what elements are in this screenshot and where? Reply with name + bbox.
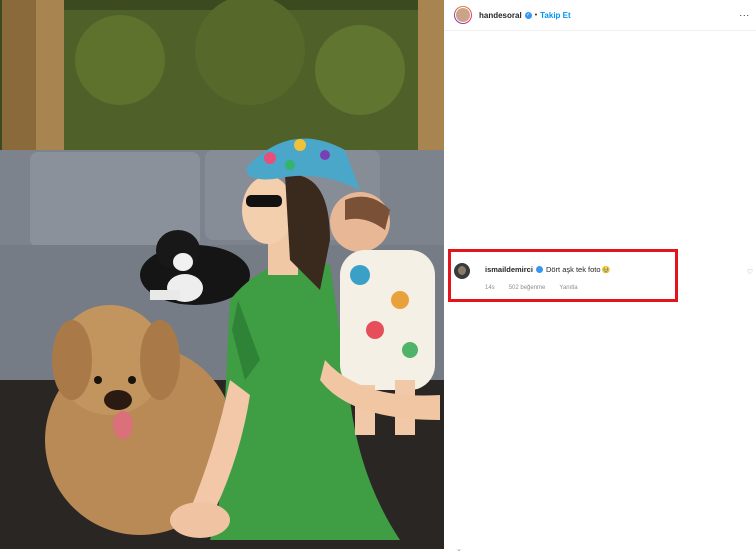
verified-badge-icon: ✓	[524, 11, 532, 19]
follow-button[interactable]: Takip Et	[540, 11, 571, 20]
heart-icon[interactable]: ♡	[747, 268, 753, 276]
comment: ismaildemirci Dört aşk tek foto 🥹	[485, 265, 610, 274]
photo-illustration	[0, 0, 444, 549]
comment-time: 14s	[485, 285, 495, 291]
chevron-down-icon[interactable]: ⌄	[456, 545, 462, 553]
verified-badge-icon	[535, 266, 543, 273]
comment-meta: 14s 502 beğenme Yanıtla	[485, 285, 578, 291]
comment-avatar[interactable]	[454, 263, 470, 279]
post-sidebar: handesoral ✓ • Takip Et ... ismaildemirc…	[444, 0, 756, 555]
comment-likes[interactable]: 502 beğenme	[509, 285, 546, 291]
profile-avatar[interactable]	[454, 6, 472, 24]
post-username[interactable]: handesoral	[479, 11, 522, 20]
more-icon[interactable]: ...	[739, 8, 750, 18]
reply-button[interactable]: Yanıtla	[559, 285, 577, 291]
post-photo[interactable]	[0, 0, 444, 549]
highlight-box	[448, 249, 678, 302]
comment-username[interactable]: ismaildemirci	[485, 265, 533, 274]
emoji-icon: 🥹	[601, 266, 611, 274]
post-header: handesoral ✓ • Takip Et ...	[444, 0, 756, 31]
comment-text: Dört aşk tek foto	[545, 265, 601, 274]
separator-dot: •	[534, 11, 538, 19]
